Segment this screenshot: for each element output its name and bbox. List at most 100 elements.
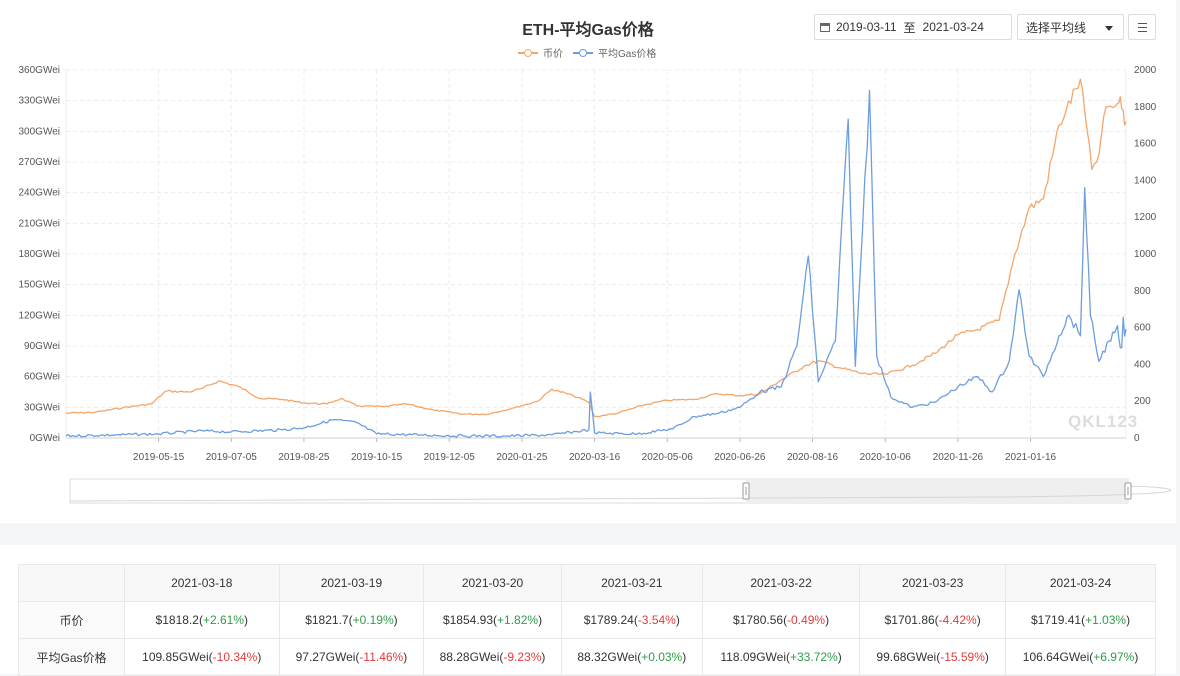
y-left-tick-label: 270GWei	[18, 157, 60, 168]
cell-change: -11.46%	[359, 650, 404, 664]
y-right-tick-label: 600	[1134, 323, 1151, 334]
x-tick-label: 2020-08-16	[787, 452, 839, 463]
y-left-tick-label: 30GWei	[24, 402, 60, 413]
x-tick-label: 2019-12-05	[424, 452, 476, 463]
cell-paren: )	[1126, 613, 1131, 627]
x-tick-label: 2019-10-15	[351, 452, 403, 463]
table-header-date: 2021-03-18	[124, 564, 280, 602]
table-row-label: 平均Gas价格	[18, 638, 125, 676]
table-header-date: 2021-03-19	[278, 564, 425, 602]
y-left-tick-label: 150GWei	[18, 280, 60, 291]
cell-change: +6.97%	[1093, 650, 1135, 664]
table-header-corner	[18, 564, 125, 602]
cell-paren: )	[976, 613, 981, 627]
y-left-tick-label: 60GWei	[24, 372, 60, 383]
y-right-tick-label: 1400	[1134, 175, 1157, 186]
table-cell: 88.28GWei(-9.23%)	[423, 638, 562, 676]
y-left-tick-label: 240GWei	[18, 188, 60, 199]
y-right-tick-label: 2000	[1134, 65, 1157, 76]
table-header-date: 2021-03-21	[560, 564, 703, 602]
cell-value: 97.27GWei	[295, 650, 356, 664]
table-row: 币价 $1818.2(+2.61%) $1821.7(+0.19%) $1854.93…	[18, 601, 1156, 639]
cell-paren: )	[243, 613, 248, 627]
table-header-row: 2021-03-18 2021-03-19 2021-03-20 2021-03…	[18, 564, 1156, 602]
table-header-date: 2021-03-20	[423, 564, 562, 602]
cell-paren: )	[541, 650, 546, 664]
table-cell: 109.85GWei(-10.34%)	[124, 638, 280, 676]
cell-change: +0.03%	[641, 650, 683, 664]
table-cell: 88.32GWei(+0.03%)	[560, 638, 703, 676]
table-row: 平均Gas价格 109.85GWei(-10.34%) 97.27GWei(-11.…	[18, 638, 1156, 676]
chart-plot: 0GWei 30GWei 60GWei 90GWei 120GWei 150GWei 180…	[18, 65, 1172, 504]
cell-value: $1789.24	[583, 613, 634, 627]
y-left-tick-label: 180GWei	[18, 249, 60, 260]
x-tick-label: 2020-01-25	[496, 452, 548, 463]
x-tick-label: 2021-01-16	[1005, 452, 1057, 463]
cell-paren: )	[257, 650, 262, 664]
cell-change: -9.23%	[503, 650, 542, 664]
cell-change: +0.19%	[352, 613, 394, 627]
x-tick-label: 2019-07-05	[206, 452, 258, 463]
table-header-date: 2021-03-23	[859, 564, 1007, 602]
cell-value: 109.85GWei	[142, 650, 209, 664]
cell-paren: )	[538, 613, 543, 627]
cell-paren: )	[984, 650, 989, 664]
x-tick-label: 2020-06-26	[714, 452, 766, 463]
cell-paren: )	[682, 650, 687, 664]
y-left-tick-label: 0GWei	[30, 433, 60, 444]
y-right-tick-label: 800	[1134, 286, 1151, 297]
x-tick-label: 2019-08-25	[278, 452, 330, 463]
y-right-tick-label: 1800	[1134, 102, 1157, 113]
cell-paren: )	[837, 650, 842, 664]
x-tick-label: 2020-03-16	[569, 452, 621, 463]
table-cell: $1789.24(-3.54%)	[560, 601, 703, 639]
y-right-tick-label: 400	[1134, 359, 1151, 370]
y-right-tick-label: 200	[1134, 396, 1151, 407]
cell-value: $1821.7	[305, 613, 349, 627]
x-tick-label: 2020-10-06	[860, 452, 912, 463]
cell-value: 99.68GWei	[876, 650, 937, 664]
cell-paren: )	[403, 650, 408, 664]
stats-table: 2021-03-18 2021-03-19 2021-03-20 2021-03…	[18, 564, 1156, 676]
x-tick-label: 2020-11-26	[933, 452, 984, 463]
y-left-tick-label: 360GWei	[18, 65, 60, 76]
watermark-logo: QKL123	[1068, 412, 1139, 431]
zoom-slider-selection	[746, 479, 1128, 503]
y-left-tick-label: 210GWei	[18, 218, 60, 229]
cell-paren: )	[825, 613, 830, 627]
table-header-date: 2021-03-22	[701, 564, 861, 602]
cell-change: -0.49%	[787, 613, 826, 627]
stats-panel: 2021-03-18 2021-03-19 2021-03-20 2021-03…	[0, 545, 1176, 676]
y-right-tick-label: 1600	[1134, 139, 1157, 150]
cell-change: +2.61%	[202, 613, 244, 627]
cell-change: -3.54%	[637, 613, 676, 627]
chart-panel: ETH-平均Gas价格 币价 平均Gas价格 2019-03-11 至 2021…	[0, 0, 1176, 523]
y-right-tick-label: 1000	[1134, 249, 1157, 260]
cell-value: 88.32GWei	[577, 650, 638, 664]
cell-paren: )	[393, 613, 398, 627]
table-cell: 118.09GWei(+33.72%)	[701, 638, 861, 676]
cell-value: $1780.56	[733, 613, 784, 627]
table-cell: 97.27GWei(-11.46%)	[278, 638, 425, 676]
cell-value: $1719.41	[1031, 613, 1082, 627]
cell-change: -10.34%	[212, 650, 258, 664]
y-left-tick-label: 120GWei	[18, 310, 60, 321]
table-header-date: 2021-03-24	[1005, 564, 1156, 602]
series-line-gas	[65, 89, 1127, 438]
cell-change: +1.82%	[497, 613, 539, 627]
y-right-tick-label: 0	[1134, 433, 1140, 444]
cell-value: $1701.86	[884, 613, 935, 627]
table-row-label: 币价	[18, 601, 125, 639]
table-cell: $1854.93(+1.82%)	[423, 601, 562, 639]
cell-value: 106.64GWei	[1022, 650, 1090, 664]
cell-change: -15.59%	[940, 650, 985, 664]
table-cell: $1818.2(+2.61%)	[124, 601, 280, 639]
y-left-tick-label: 90GWei	[24, 341, 60, 352]
cell-paren: )	[675, 613, 680, 627]
cell-change: -4.42%	[938, 613, 977, 627]
cell-value: $1854.93	[442, 613, 494, 627]
cell-paren: )	[1134, 650, 1139, 664]
x-tick-label: 2020-05-06	[642, 452, 694, 463]
table-cell: 106.64GWei(+6.97%)	[1005, 638, 1156, 676]
cell-change: +1.03%	[1085, 613, 1127, 627]
